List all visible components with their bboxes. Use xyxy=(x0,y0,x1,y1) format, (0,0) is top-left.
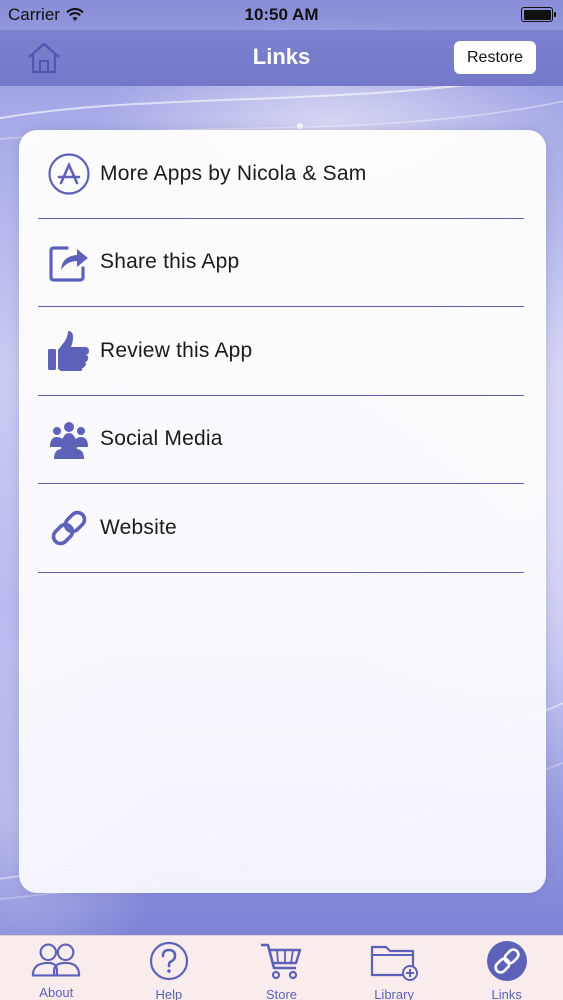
home-icon xyxy=(28,42,60,74)
link-label: Website xyxy=(100,515,177,539)
list-item-review[interactable]: Review this App xyxy=(38,307,524,396)
navigation-bar: Links Restore xyxy=(0,30,563,86)
tab-library[interactable]: Library xyxy=(338,936,451,1000)
share-icon xyxy=(46,239,92,285)
links-list: More Apps by Nicola & Sam Share this App… xyxy=(19,130,546,573)
link-icon xyxy=(46,505,92,551)
status-time: 10:50 AM xyxy=(244,5,319,24)
tab-label: About xyxy=(39,985,74,1000)
link-circle-icon xyxy=(481,941,533,981)
link-label: More Apps by Nicola & Sam xyxy=(100,161,367,185)
list-item-more-apps[interactable]: More Apps by Nicola & Sam xyxy=(38,130,524,219)
tab-label: Store xyxy=(265,987,298,1000)
tab-about[interactable]: About xyxy=(0,936,113,1000)
users-icon xyxy=(30,941,82,979)
tab-help[interactable]: Help xyxy=(113,936,226,1000)
tab-label: Help xyxy=(155,987,183,1000)
thumbs-up-icon xyxy=(46,328,92,374)
list-item-website[interactable]: Website xyxy=(38,484,524,573)
people-icon xyxy=(46,416,92,462)
link-label: Social Media xyxy=(100,427,223,451)
home-button[interactable] xyxy=(24,40,64,76)
tab-links[interactable]: Links xyxy=(450,936,563,1000)
tab-label: Library xyxy=(374,987,414,1000)
link-label: Review this App xyxy=(100,338,253,362)
question-icon xyxy=(143,941,195,981)
restore-button[interactable]: Restore xyxy=(454,41,536,74)
link-label: Share this App xyxy=(100,250,240,274)
cart-icon xyxy=(255,941,307,981)
app-store-icon xyxy=(46,151,92,197)
battery-fill xyxy=(523,9,551,20)
tab-store[interactable]: Store xyxy=(225,936,338,1000)
list-item-share[interactable]: Share this App xyxy=(38,219,524,307)
tab-label: Links xyxy=(491,987,522,1000)
list-item-social-media[interactable]: Social Media xyxy=(38,396,524,484)
tab-bar: About Help Store Library Links xyxy=(0,935,563,1000)
status-bar: Carrier 10:50 AM xyxy=(0,0,563,30)
folder-add-icon xyxy=(368,941,420,981)
battery-icon xyxy=(521,7,556,22)
links-card: More Apps by Nicola & Sam Share this App… xyxy=(19,130,546,893)
